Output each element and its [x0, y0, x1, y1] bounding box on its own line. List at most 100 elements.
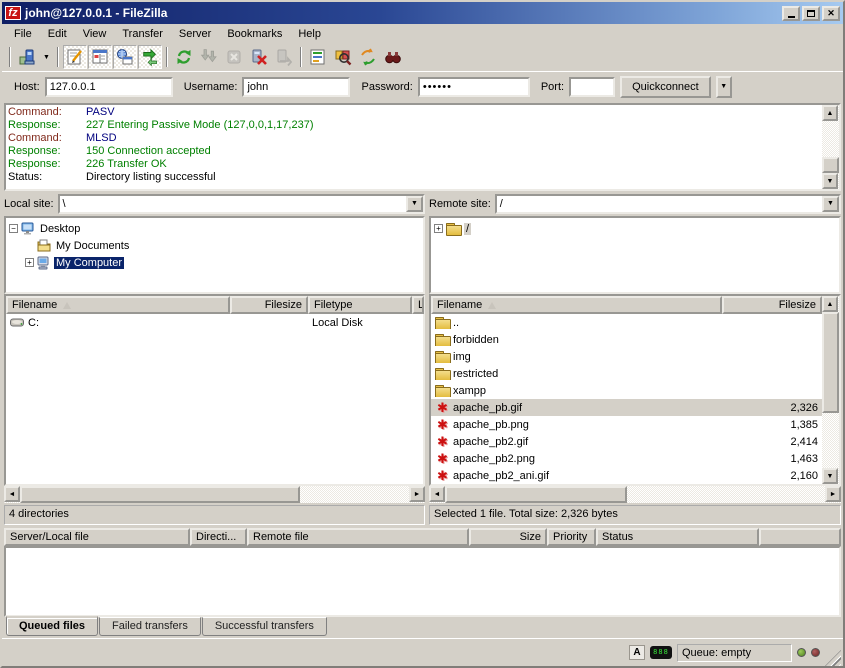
quickconnect-dropdown[interactable]: ▼	[716, 76, 732, 98]
scroll-thumb[interactable]	[20, 486, 300, 503]
tree-label-selected[interactable]: My Computer	[54, 257, 124, 269]
expand-icon[interactable]: +	[434, 224, 443, 233]
menu-file[interactable]: File	[6, 26, 40, 42]
toggle-local-tree-button[interactable]	[88, 45, 112, 69]
binoculars-icon	[384, 48, 402, 66]
scroll-down-button[interactable]: ▼	[822, 173, 838, 189]
toggle-log-button[interactable]	[63, 45, 87, 69]
site-manager-button[interactable]	[15, 45, 39, 69]
remote-list-header: Filename Filesize	[431, 296, 822, 314]
find-files-button[interactable]	[381, 45, 405, 69]
column-header-remote-file[interactable]: Remote file	[247, 528, 469, 546]
tree-label-selected[interactable]: /	[464, 223, 471, 235]
scroll-right-button[interactable]: ►	[825, 486, 841, 502]
filter-button[interactable]	[306, 45, 330, 69]
process-queue-button[interactable]	[197, 45, 221, 69]
column-header-filetype[interactable]: Filetype	[308, 296, 412, 314]
column-header-priority[interactable]: Priority	[547, 528, 596, 546]
title-bar[interactable]: fz john@127.0.0.1 - FileZilla ✕	[2, 2, 843, 24]
chevron-down-icon[interactable]: ▼	[406, 196, 423, 212]
remote-file-row[interactable]: ✱apache_pb.png1,385	[431, 416, 822, 433]
tree-label[interactable]: My Documents	[54, 240, 131, 252]
scroll-up-button[interactable]: ▲	[822, 296, 838, 312]
column-header-filename[interactable]: Filename	[431, 296, 722, 314]
remote-file-row[interactable]: ✱apache_pb2.png1,463	[431, 450, 822, 467]
tree-item-my-computer[interactable]: + My Computer	[23, 254, 422, 271]
disconnect-button[interactable]	[247, 45, 271, 69]
folder-icon	[435, 317, 450, 329]
local-site-combo[interactable]: \ ▼	[58, 194, 425, 214]
cancel-button[interactable]	[222, 45, 246, 69]
minimize-button[interactable]	[782, 6, 800, 21]
scroll-right-button[interactable]: ►	[409, 486, 425, 502]
menu-bookmarks[interactable]: Bookmarks	[219, 26, 290, 42]
toggle-remote-tree-button[interactable]	[113, 45, 137, 69]
data-type-indicator-icon[interactable]: A	[629, 645, 645, 660]
remote-file-row[interactable]: restricted	[431, 365, 822, 382]
tree-item-root[interactable]: + /	[432, 220, 838, 237]
resize-grip[interactable]	[825, 650, 841, 666]
synchronized-browsing-button[interactable]	[356, 45, 380, 69]
toggle-queue-button[interactable]	[138, 45, 162, 69]
transfer-queue-icon	[141, 48, 159, 66]
remote-horizontal-scrollbar[interactable]: ◄ ►	[429, 486, 841, 503]
column-header-filesize[interactable]: Filesize	[722, 296, 822, 314]
tab-queued-files[interactable]: Queued files	[6, 616, 98, 636]
column-header-filename[interactable]: Filename	[6, 296, 230, 314]
scroll-left-button[interactable]: ◄	[4, 486, 20, 502]
remote-file-row-selected[interactable]: ✱apache_pb.gif2,326	[431, 399, 822, 416]
scroll-left-button[interactable]: ◄	[429, 486, 445, 502]
remote-file-row[interactable]: forbidden	[431, 331, 822, 348]
password-input[interactable]	[418, 77, 530, 97]
column-header-server-local-file[interactable]: Server/Local file	[4, 528, 190, 546]
tab-failed-transfers[interactable]: Failed transfers	[99, 617, 201, 636]
menu-transfer[interactable]: Transfer	[114, 26, 171, 42]
scroll-thumb[interactable]	[445, 486, 627, 503]
column-header-size[interactable]: Size	[469, 528, 547, 546]
queue-list[interactable]	[4, 546, 841, 617]
local-file-list: Filename Filesize Filetype L C:	[4, 294, 425, 486]
tree-item-desktop[interactable]: − Desktop	[7, 220, 422, 237]
close-button[interactable]: ✕	[822, 6, 840, 21]
tree-label[interactable]: Desktop	[38, 223, 82, 235]
menu-help[interactable]: Help	[290, 26, 329, 42]
menu-edit[interactable]: Edit	[40, 26, 75, 42]
menu-server[interactable]: Server	[171, 26, 219, 42]
username-input[interactable]	[242, 77, 350, 97]
remote-vertical-scrollbar[interactable]: ▲ ▼	[822, 296, 839, 484]
collapse-icon[interactable]: −	[9, 224, 18, 233]
column-header-filesize[interactable]: Filesize	[230, 296, 308, 314]
column-header-status[interactable]: Status	[596, 528, 759, 546]
speed-limit-icon[interactable]: 888	[650, 646, 672, 659]
remote-file-row[interactable]: img	[431, 348, 822, 365]
quickconnect-button[interactable]: Quickconnect	[620, 76, 711, 98]
local-file-row[interactable]: C: Local Disk	[6, 314, 423, 331]
refresh-button[interactable]	[172, 45, 196, 69]
host-input[interactable]	[45, 77, 173, 97]
scroll-thumb[interactable]	[822, 157, 839, 173]
tab-successful-transfers[interactable]: Successful transfers	[202, 617, 327, 636]
directory-comparison-button[interactable]	[331, 45, 355, 69]
scroll-thumb[interactable]	[822, 312, 839, 413]
remote-file-row[interactable]: ✱apache_pb2_ani.gif2,160	[431, 467, 822, 484]
tree-item-my-documents[interactable]: My Documents	[23, 237, 422, 254]
chevron-down-icon[interactable]: ▼	[822, 196, 839, 212]
scroll-down-button[interactable]: ▼	[822, 468, 838, 484]
scroll-up-button[interactable]: ▲	[822, 105, 838, 121]
log-scrollbar[interactable]: ▲ ▼	[822, 105, 839, 189]
site-manager-dropdown[interactable]: ▼	[40, 46, 53, 68]
remote-file-row[interactable]: xampp	[431, 382, 822, 399]
local-horizontal-scrollbar[interactable]: ◄ ►	[4, 486, 425, 503]
maximize-button[interactable]	[802, 6, 820, 21]
column-header-last-modified[interactable]: L	[412, 296, 424, 314]
reconnect-button[interactable]	[272, 45, 296, 69]
port-input[interactable]	[569, 77, 615, 97]
remote-site-combo[interactable]: / ▼	[495, 194, 841, 214]
remote-file-row[interactable]: ✱apache_pb2.gif2,414	[431, 433, 822, 450]
column-header-direction[interactable]: Directi...	[190, 528, 247, 546]
expand-icon[interactable]: +	[25, 258, 34, 267]
message-log-icon	[66, 48, 84, 66]
log-line: Command:MLSD	[8, 132, 820, 145]
menu-view[interactable]: View	[75, 26, 115, 42]
remote-file-row[interactable]: ..	[431, 314, 822, 331]
